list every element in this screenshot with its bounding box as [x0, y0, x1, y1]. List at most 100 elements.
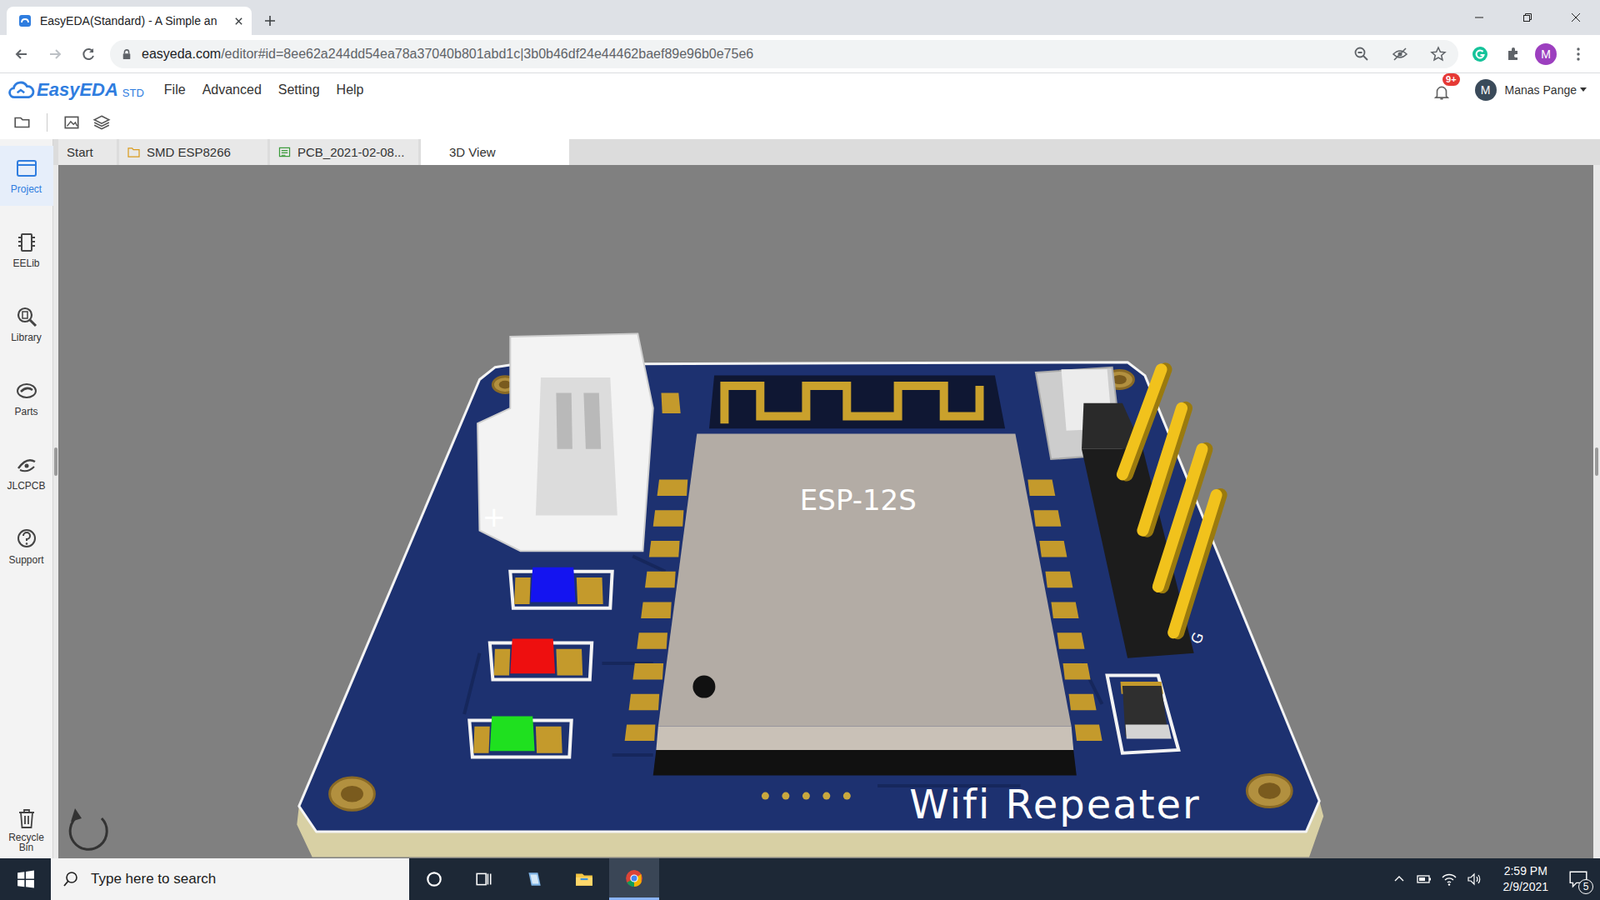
cortana-button[interactable]: [409, 858, 460, 900]
clock[interactable]: 2:59 PM 2/9/2021: [1495, 858, 1558, 900]
pcb-board: [299, 362, 1320, 832]
module-pad: [1027, 480, 1055, 497]
sidebar-label: JLCPCB: [6, 480, 45, 492]
led: [490, 639, 592, 680]
test-point: [781, 792, 790, 800]
document-tab[interactable]: SMD ESP8266: [119, 139, 268, 165]
module-pad: [1039, 540, 1067, 558]
module-pad: [636, 632, 668, 650]
pcb-3d-model[interactable]: ESP-12S+GWifi Repeater: [58, 165, 1594, 859]
toolbar: [0, 105, 1600, 140]
document-tab[interactable]: 3D View: [420, 139, 570, 165]
pcb-document-icon: [278, 146, 291, 158]
antenna-area: [709, 375, 1005, 430]
reload-icon[interactable]: [76, 45, 100, 63]
action-center-button[interactable]: 5: [1556, 858, 1600, 900]
search-icon: [62, 870, 80, 888]
browser-tab[interactable]: EasyEDA(Standard) - A Simple an: [6, 6, 252, 35]
wifi-icon[interactable]: [1440, 870, 1458, 888]
3d-view-canvas[interactable]: ESP-12S+GWifi Repeater: [58, 165, 1594, 859]
image-icon[interactable]: [62, 113, 81, 132]
recycle-bin-label: Recycle Bin: [6, 832, 47, 854]
grammarly-extension-icon[interactable]: [1468, 45, 1492, 63]
sidebar-label: Library: [10, 331, 42, 344]
user-name[interactable]: Manas Pange: [1505, 83, 1577, 97]
menu-item[interactable]: Setting: [278, 82, 320, 98]
bell-icon: [1432, 83, 1451, 102]
taskbar-search[interactable]: Type here to search: [50, 858, 410, 900]
sidebar-item[interactable]: Project: [0, 145, 54, 206]
led: [510, 567, 612, 609]
menu-item[interactable]: Help: [336, 82, 365, 98]
layers-icon[interactable]: [92, 113, 111, 132]
zoom-icon[interactable]: [1353, 45, 1370, 63]
browser-tab-title: EasyEDA(Standard) - A Simple an: [40, 14, 226, 28]
more-menu-icon[interactable]: [1566, 45, 1590, 63]
sidebar-item[interactable]: Support: [0, 516, 54, 577]
eye-slash-icon[interactable]: [1391, 45, 1409, 63]
module-pad: [649, 540, 680, 558]
profile-avatar[interactable]: M: [1535, 43, 1557, 65]
lcsc-parts-icon: [15, 379, 39, 403]
recycle-bin[interactable]: Recycle Bin: [6, 806, 47, 859]
trash-icon: [15, 806, 39, 830]
reset-view-icon[interactable]: [70, 808, 107, 850]
pin1-dot: [692, 675, 715, 699]
file-explorer-button[interactable]: [559, 858, 610, 900]
close-tab-icon[interactable]: [234, 16, 244, 26]
app-icon: [525, 870, 544, 889]
bookmark-star-icon[interactable]: [1430, 45, 1447, 63]
jlcpcb-icon: [15, 453, 39, 477]
open-folder-icon[interactable]: [13, 113, 32, 132]
close-window-icon: [1570, 12, 1581, 23]
esp-module: [658, 433, 1072, 726]
close-window-button[interactable]: [1551, 0, 1600, 35]
lock-icon[interactable]: [121, 48, 132, 60]
right-collapse-handle[interactable]: [1593, 165, 1600, 859]
start-button[interactable]: [0, 858, 51, 900]
mounting-hole-drill: [1258, 782, 1281, 800]
sidebar-item[interactable]: Parts: [0, 368, 54, 429]
document-tab-label: SMD ESP8266: [146, 145, 231, 160]
url-field[interactable]: easyeda.com/editor#id=8ee62a244dd54ea78a…: [110, 40, 1459, 69]
test-point: [802, 792, 810, 800]
caret-down-icon[interactable]: [1580, 87, 1587, 92]
back-arrow-icon[interactable]: [10, 45, 34, 63]
battery-icon[interactable]: [1415, 870, 1433, 888]
module-pad: [625, 724, 656, 741]
module-pad: [1045, 571, 1073, 589]
menu-item[interactable]: Advanced: [202, 82, 262, 98]
minimize-button[interactable]: [1455, 0, 1504, 35]
restore-button[interactable]: [1503, 0, 1552, 35]
sidebar-item[interactable]: EELib: [0, 220, 54, 280]
sidebar-item[interactable]: Library: [0, 294, 54, 355]
task-view-button[interactable]: [459, 858, 510, 900]
smd-pad: [1125, 724, 1172, 739]
forward-arrow-icon[interactable]: [43, 45, 67, 63]
module-pad: [657, 480, 689, 497]
user-avatar[interactable]: M: [1475, 79, 1497, 101]
document-tab-label: Start: [66, 145, 94, 160]
volume-icon[interactable]: [1465, 870, 1483, 888]
notifications-button[interactable]: 9+: [1430, 78, 1454, 102]
test-point: [843, 792, 851, 800]
sidebar-item[interactable]: JLCPCB: [0, 442, 54, 503]
mounting-hole: [1246, 774, 1292, 807]
document-tab[interactable]: Start: [58, 139, 117, 165]
new-tab-icon[interactable]: [263, 14, 277, 28]
led: [469, 716, 571, 758]
cloud-logo-icon: [8, 80, 35, 100]
module-pad: [1075, 724, 1103, 741]
chrome-button[interactable]: [609, 858, 660, 900]
header-pin: [1173, 495, 1216, 633]
windows-logo-icon: [16, 870, 35, 889]
document-tab-label: PCB_2021-02-08...: [297, 145, 405, 160]
document-tab[interactable]: PCB_2021-02-08...: [270, 139, 419, 165]
notification-count: 5: [1578, 879, 1594, 895]
support-bubble-icon: [15, 527, 39, 551]
show-hidden-icons-chevron-icon[interactable]: [1390, 870, 1408, 888]
easyeda-logo[interactable]: EasyEDA STD: [8, 80, 145, 100]
extensions-puzzle-icon[interactable]: [1501, 45, 1525, 63]
menu-item[interactable]: File: [164, 82, 186, 98]
app-button[interactable]: [509, 858, 560, 900]
